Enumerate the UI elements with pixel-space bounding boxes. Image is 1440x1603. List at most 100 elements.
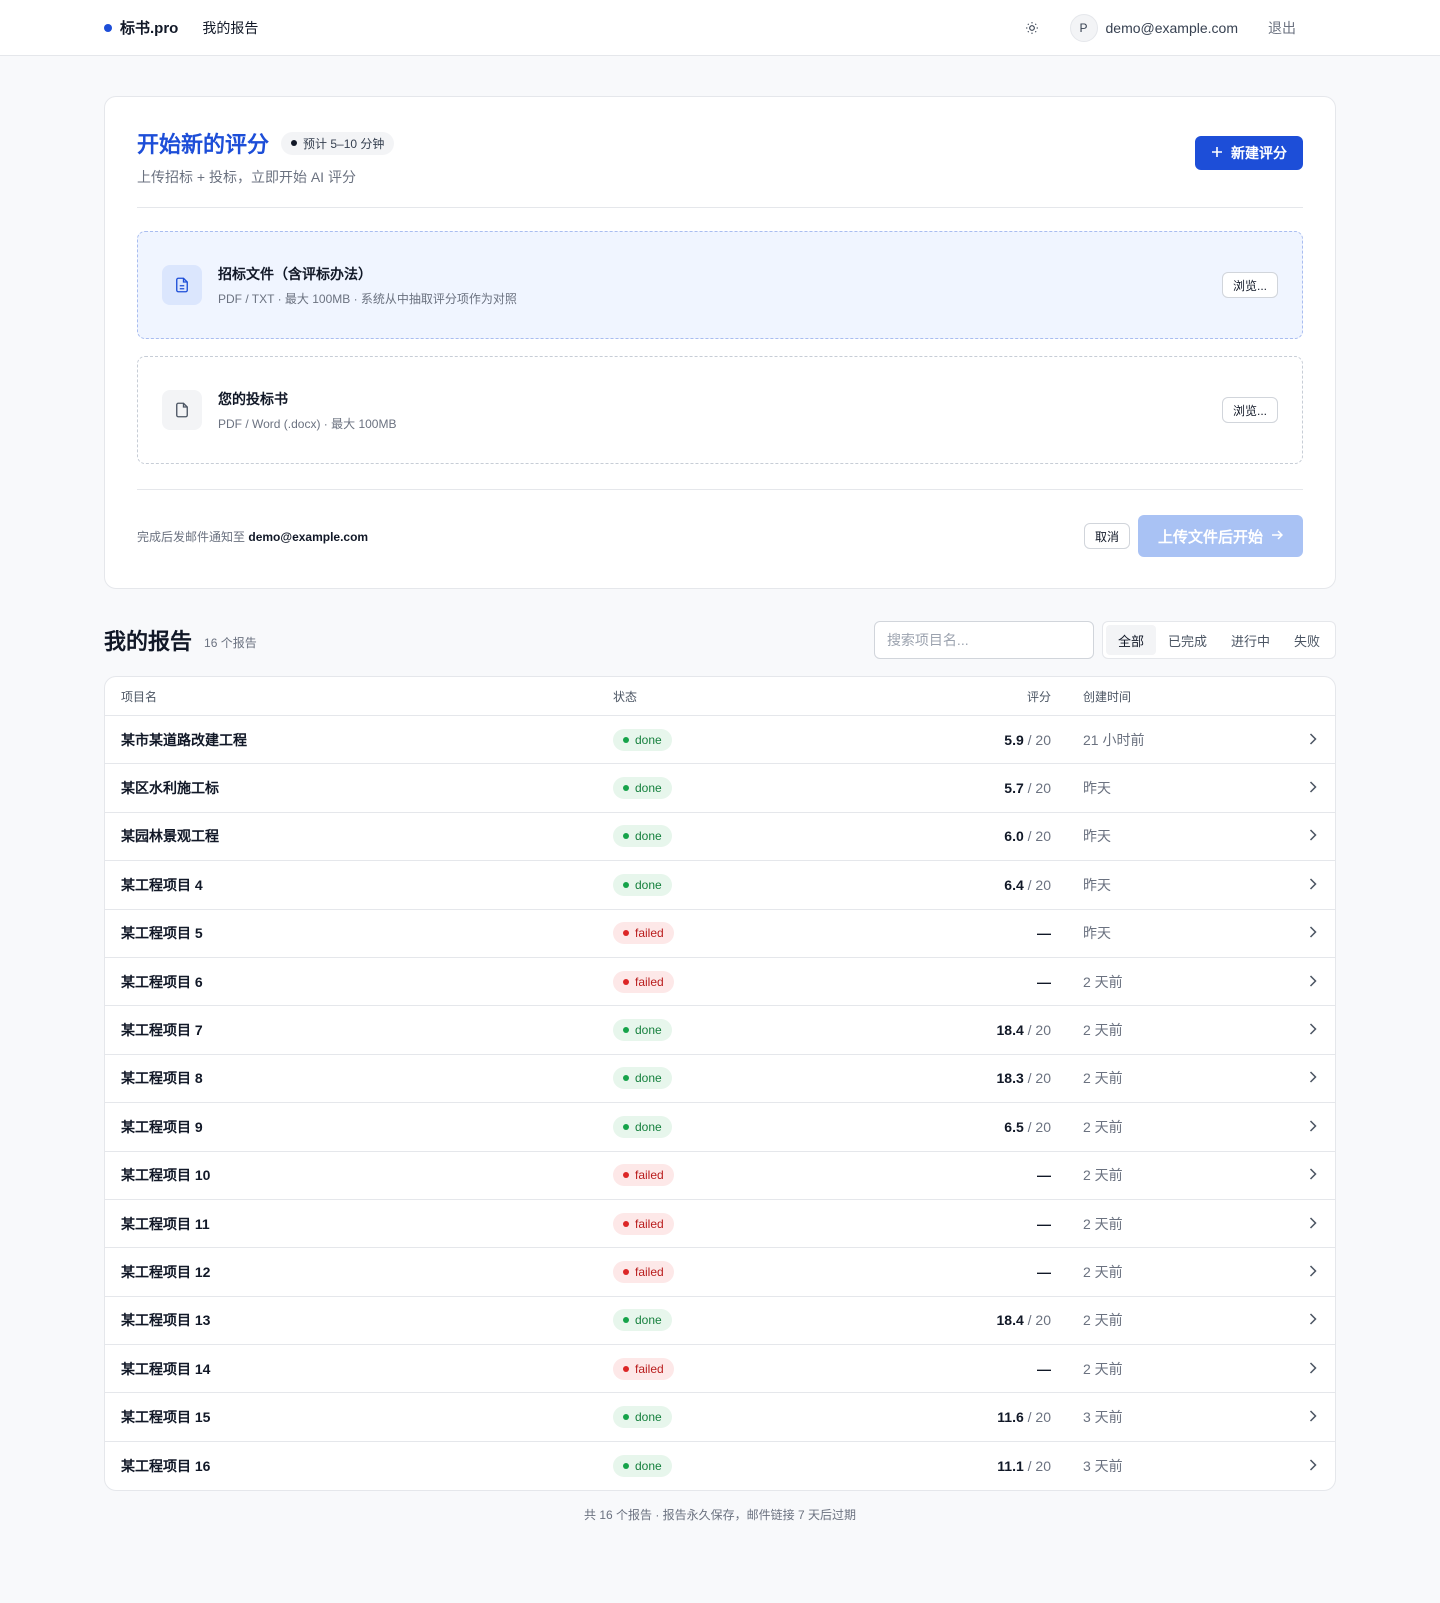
score-cell: —: [953, 1216, 1051, 1232]
chevron-right-icon[interactable]: [1309, 1312, 1317, 1328]
chevron-right-icon[interactable]: [1309, 780, 1317, 796]
status-badge: failed: [613, 1164, 674, 1187]
notify-text: 完成后发邮件通知至 demo@example.com: [137, 528, 368, 545]
created-time: 21 小时前: [1083, 731, 1145, 748]
status-text: done: [635, 1313, 662, 1328]
chevron-right-icon[interactable]: [1309, 828, 1317, 844]
chevron-right-icon[interactable]: [1309, 974, 1317, 990]
score-value: —: [1037, 1360, 1051, 1377]
created-time: 2 天前: [1083, 1022, 1123, 1039]
chevron-right-icon[interactable]: [1309, 1458, 1317, 1474]
status-badge: done: [613, 728, 672, 751]
score-cell: 5.7 / 20: [953, 780, 1051, 796]
chevron-right-icon[interactable]: [1309, 1022, 1317, 1038]
project-name: 某工程项目 5: [121, 925, 203, 942]
column-header-name[interactable]: 项目名: [105, 688, 613, 705]
bid-file-dropzone[interactable]: 您的投标书 PDF / Word (.docx) · 最大 100MB 浏览..…: [137, 356, 1303, 464]
tender-file-dropzone[interactable]: 招标文件（含评标办法） PDF / TXT · 最大 100MB · 系统从中抽…: [137, 231, 1303, 339]
created-time: 昨天: [1083, 876, 1111, 893]
status-badge: done: [613, 873, 672, 896]
project-name: 某工程项目 4: [121, 876, 203, 893]
score-value: 6.4: [1004, 876, 1024, 893]
chevron-right-icon[interactable]: [1309, 925, 1317, 941]
score-value: 5.9: [1004, 731, 1024, 748]
column-header-score[interactable]: 评分: [953, 688, 1051, 705]
status-dot-icon: [623, 1268, 629, 1275]
table-row[interactable]: 某工程项目 7 done 18.4 / 20 2 天前: [105, 1006, 1335, 1055]
table-row[interactable]: 某市某道路改建工程 done 5.9 / 20 21 小时前: [105, 716, 1335, 765]
table-row[interactable]: 某工程项目 11 failed — 2 天前: [105, 1200, 1335, 1249]
status-text: done: [635, 1119, 662, 1134]
score-cell: 5.9 / 20: [953, 732, 1051, 748]
table-row[interactable]: 某工程项目 6 failed — 2 天前: [105, 958, 1335, 1007]
created-time: 2 天前: [1083, 1215, 1123, 1232]
top-navbar: 标书.pro 我的报告 P demo@example.com 退出: [0, 0, 1440, 56]
chevron-right-icon[interactable]: [1309, 1167, 1317, 1183]
table-row[interactable]: 某区水利施工标 done 5.7 / 20 昨天: [105, 764, 1335, 813]
status-badge: done: [613, 1309, 672, 1332]
table-row[interactable]: 某工程项目 12 failed — 2 天前: [105, 1248, 1335, 1297]
table-row[interactable]: 某工程项目 8 done 18.3 / 20 2 天前: [105, 1055, 1335, 1104]
chevron-right-icon[interactable]: [1309, 1409, 1317, 1425]
start-upload-button[interactable]: 上传文件后开始: [1137, 515, 1303, 557]
table-row[interactable]: 某工程项目 14 failed — 2 天前: [105, 1345, 1335, 1394]
search-input[interactable]: [873, 621, 1094, 659]
chevron-right-icon[interactable]: [1309, 1119, 1317, 1135]
avatar[interactable]: P: [1069, 13, 1098, 42]
filter-in-progress[interactable]: 进行中: [1219, 625, 1282, 655]
brand-logo[interactable]: 标书.pro: [104, 17, 178, 38]
new-evaluation-button[interactable]: 新建评分: [1195, 136, 1303, 170]
filter-failed[interactable]: 失败: [1282, 625, 1332, 655]
column-header-status[interactable]: 状态: [613, 688, 953, 705]
table-row[interactable]: 某工程项目 10 failed — 2 天前: [105, 1152, 1335, 1200]
score-cell: 6.0 / 20: [953, 828, 1051, 844]
column-header-created[interactable]: 创建时间: [1051, 688, 1281, 705]
filter-all[interactable]: 全部: [1105, 625, 1156, 655]
created-time: 昨天: [1083, 828, 1111, 845]
status-dot-icon: [623, 881, 629, 888]
score-max: / 20: [1027, 1458, 1051, 1475]
logout-link[interactable]: 退出: [1268, 18, 1296, 38]
score-value: 11.6: [997, 1409, 1024, 1426]
table-row[interactable]: 某工程项目 15 done 11.6 / 20 3 天前: [105, 1393, 1335, 1442]
score-cell: 6.4 / 20: [953, 877, 1051, 893]
score-cell: —: [953, 974, 1051, 990]
score-cell: 11.6 / 20: [953, 1409, 1051, 1425]
filter-completed[interactable]: 已完成: [1156, 625, 1219, 655]
score-max: / 20: [1027, 876, 1051, 893]
score-value: —: [1037, 1167, 1051, 1184]
table-row[interactable]: 某园林景观工程 done 6.0 / 20 昨天: [105, 813, 1335, 862]
table-row[interactable]: 某工程项目 13 done 18.4 / 20 2 天前: [105, 1297, 1335, 1346]
arrow-right-icon: [1271, 528, 1284, 545]
status-dot-icon: [623, 1172, 629, 1179]
new-evaluation-label: 新建评分: [1231, 145, 1287, 161]
chevron-right-icon[interactable]: [1309, 877, 1317, 893]
project-name: 某工程项目 6: [121, 973, 203, 990]
table-row[interactable]: 某工程项目 16 done 11.1 / 20 3 天前: [105, 1442, 1335, 1490]
status-text: failed: [635, 1361, 664, 1376]
table-row[interactable]: 某工程项目 9 done 6.5 / 20 2 天前: [105, 1103, 1335, 1152]
score-max: / 20: [1027, 1022, 1051, 1039]
chevron-right-icon[interactable]: [1309, 1361, 1317, 1377]
project-name: 某市某道路改建工程: [121, 731, 247, 748]
cancel-button[interactable]: 取消: [1083, 523, 1130, 549]
tender-browse-button[interactable]: 浏览...: [1221, 272, 1278, 298]
project-name: 某工程项目 9: [121, 1118, 203, 1135]
sun-icon[interactable]: [1018, 14, 1046, 42]
chevron-right-icon[interactable]: [1309, 1070, 1317, 1086]
status-dot-icon: [623, 1414, 629, 1421]
score-cell: 18.3 / 20: [953, 1070, 1052, 1086]
chevron-right-icon[interactable]: [1309, 732, 1317, 748]
table-row[interactable]: 某工程项目 4 done 6.4 / 20 昨天: [105, 861, 1335, 910]
project-name: 某园林景观工程: [121, 828, 219, 845]
status-dot-icon: [623, 785, 629, 792]
chevron-right-icon[interactable]: [1309, 1264, 1317, 1280]
chevron-right-icon[interactable]: [1309, 1216, 1317, 1232]
status-badge: failed: [613, 970, 674, 993]
status-dot-icon: [623, 930, 629, 937]
status-badge: failed: [613, 1357, 674, 1380]
table-row[interactable]: 某工程项目 5 failed — 昨天: [105, 910, 1335, 958]
nav-my-reports[interactable]: 我的报告: [202, 18, 258, 38]
status-badge: done: [613, 1019, 672, 1042]
bid-browse-button[interactable]: 浏览...: [1221, 397, 1278, 423]
